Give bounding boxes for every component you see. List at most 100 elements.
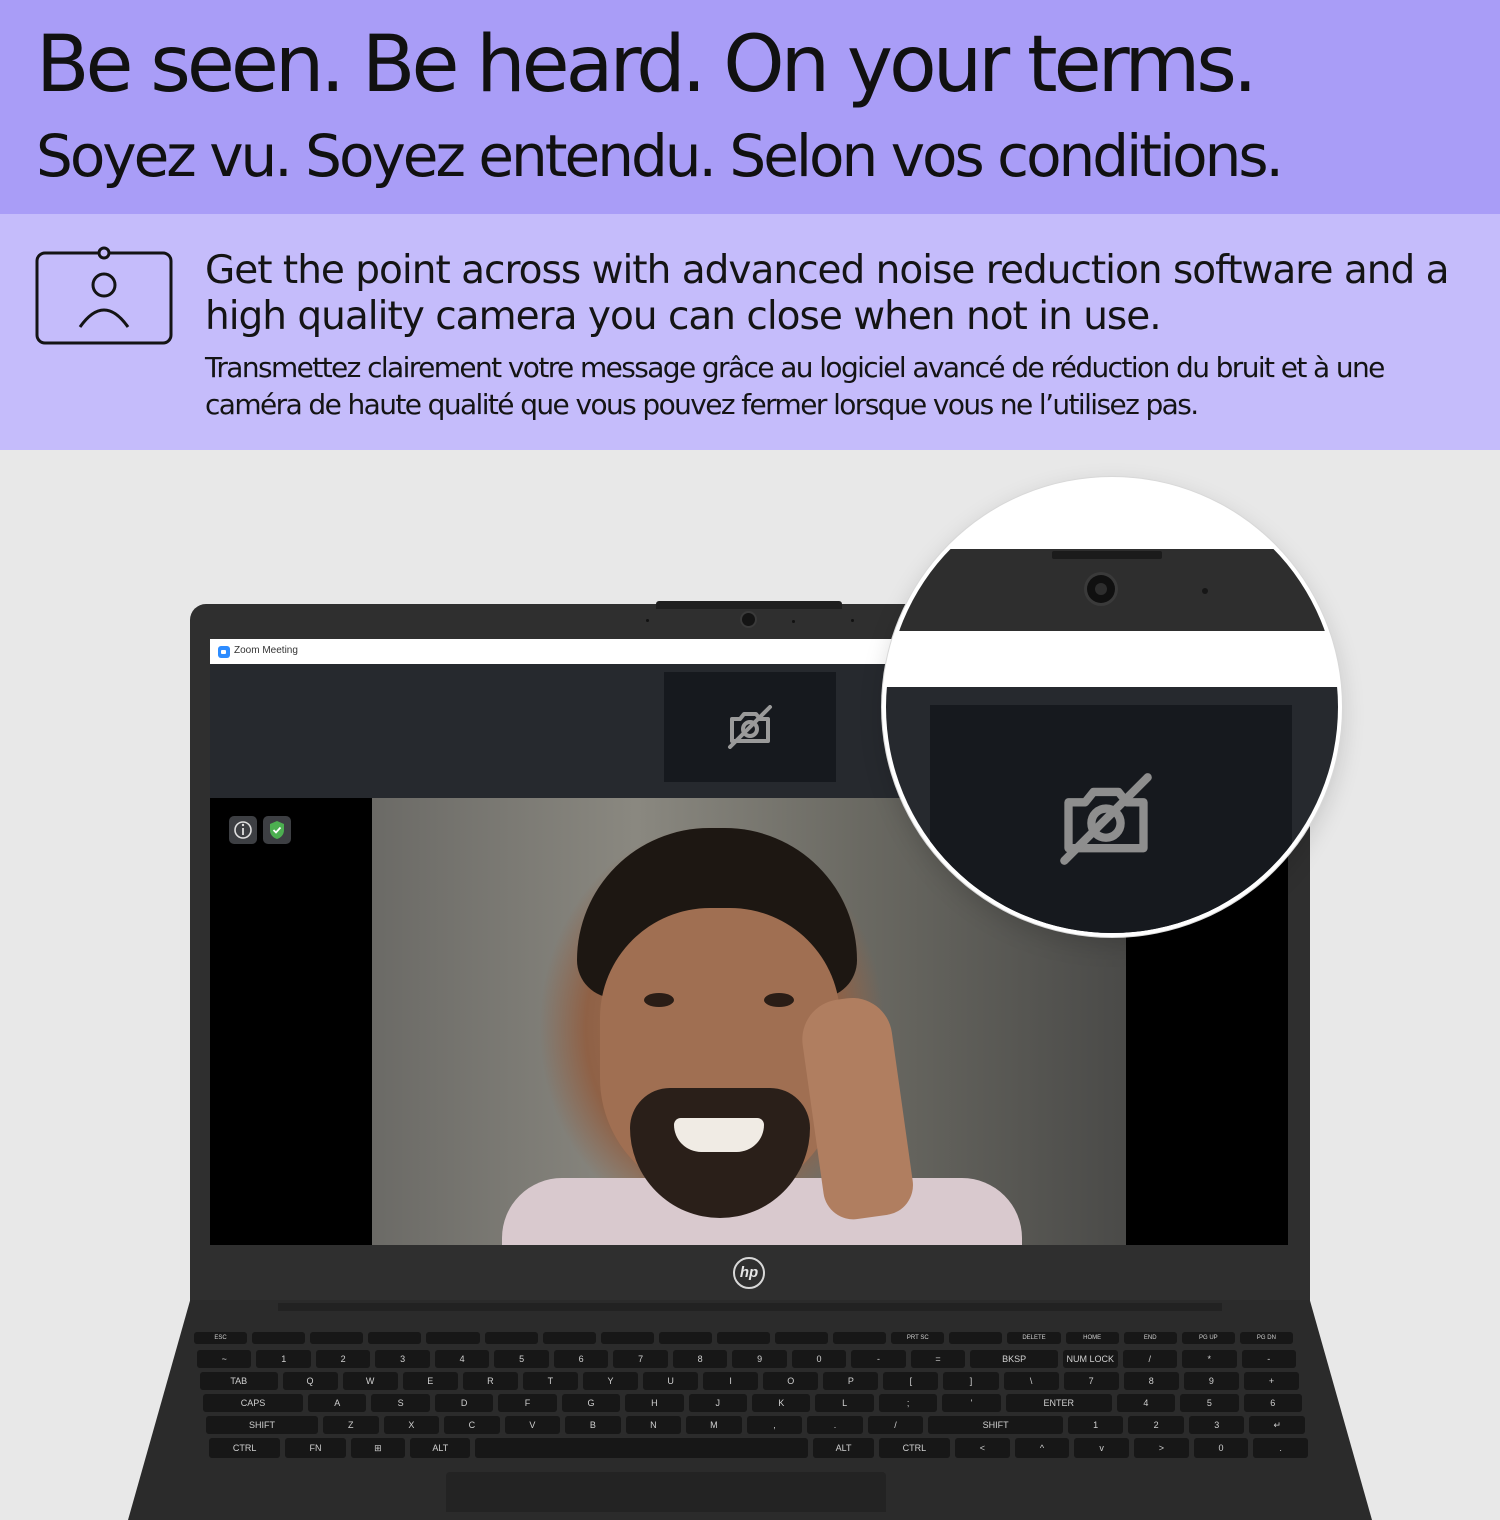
key-blank[interactable]	[600, 1332, 654, 1344]
key-p[interactable]: P	[823, 1372, 879, 1390]
key-symbol[interactable]: .	[1253, 1438, 1308, 1458]
key-enter[interactable]: ENTER	[1005, 1394, 1112, 1412]
key-symbol[interactable]: \	[1003, 1372, 1059, 1390]
key-symbol[interactable]: [	[883, 1372, 939, 1390]
key-6[interactable]: 6	[1243, 1394, 1302, 1412]
key-z[interactable]: Z	[323, 1416, 379, 1434]
key-v[interactable]: V	[504, 1416, 561, 1434]
key-blank[interactable]	[775, 1332, 829, 1344]
key-0[interactable]: 0	[1193, 1438, 1249, 1458]
key-q[interactable]: Q	[282, 1372, 338, 1390]
key-symbol[interactable]: -	[851, 1350, 906, 1368]
key-symbol[interactable]: <	[955, 1438, 1010, 1458]
key-d[interactable]: D	[434, 1394, 494, 1412]
key-e[interactable]: E	[402, 1372, 458, 1390]
key-9[interactable]: 9	[732, 1350, 787, 1368]
key-symbol[interactable]: /	[867, 1416, 924, 1434]
key-pgup[interactable]: PG UP	[1181, 1332, 1235, 1344]
key-symbol[interactable]: +	[1243, 1372, 1299, 1390]
key-symbol[interactable]: =	[910, 1350, 966, 1368]
key-blank[interactable]	[658, 1332, 712, 1344]
key-b[interactable]: B	[565, 1416, 621, 1434]
key-2[interactable]: 2	[315, 1350, 371, 1368]
key-w[interactable]: W	[342, 1372, 398, 1390]
key-8[interactable]: 8	[1123, 1372, 1179, 1390]
key-y[interactable]: Y	[582, 1372, 639, 1390]
key-symbol[interactable]: .	[807, 1416, 863, 1434]
trackpad[interactable]	[446, 1472, 886, 1512]
key-blank[interactable]	[542, 1332, 596, 1344]
key-8[interactable]: 8	[672, 1350, 728, 1368]
key-shift[interactable]: SHIFT	[206, 1416, 319, 1434]
key-v[interactable]: v	[1074, 1438, 1129, 1458]
key-l[interactable]: L	[815, 1394, 874, 1412]
key-ctrl[interactable]: CTRL	[878, 1438, 951, 1458]
key-o[interactable]: O	[763, 1372, 819, 1390]
key-end[interactable]: END	[1123, 1332, 1177, 1344]
key-7[interactable]: 7	[613, 1350, 668, 1368]
key-0[interactable]: 0	[791, 1350, 847, 1368]
key-3[interactable]: 3	[375, 1350, 430, 1368]
key-2[interactable]: 2	[1128, 1416, 1184, 1434]
key-s[interactable]: S	[371, 1394, 430, 1412]
key-r[interactable]: R	[462, 1372, 518, 1390]
key-j[interactable]: J	[688, 1394, 748, 1412]
key-1[interactable]: 1	[256, 1350, 311, 1368]
key-alt[interactable]: ALT	[813, 1438, 874, 1458]
key-bksp[interactable]: BKSP	[970, 1350, 1059, 1368]
key-m[interactable]: M	[686, 1416, 742, 1434]
key-i[interactable]: I	[703, 1372, 759, 1390]
key-symbol[interactable]: -	[1241, 1350, 1296, 1368]
key-shift[interactable]: SHIFT	[928, 1416, 1063, 1434]
key-symbol[interactable]: ⊞	[350, 1438, 406, 1458]
key-symbol[interactable]: >	[1134, 1438, 1189, 1458]
key-blank[interactable]	[368, 1332, 422, 1344]
key-symbol[interactable]: ^	[1014, 1438, 1070, 1458]
info-icon[interactable]	[229, 816, 257, 844]
key-h[interactable]: H	[625, 1394, 684, 1412]
key-a[interactable]: A	[308, 1394, 367, 1412]
key-pgdn[interactable]: PG DN	[1239, 1332, 1293, 1344]
key-u[interactable]: U	[643, 1372, 699, 1390]
key-x[interactable]: X	[383, 1416, 440, 1434]
key-symbol[interactable]: '	[942, 1394, 1001, 1412]
key-symbol[interactable]: ]	[943, 1372, 999, 1390]
key-tab[interactable]: TAB	[200, 1372, 278, 1390]
key-alt[interactable]: ALT	[410, 1438, 471, 1458]
key-symbol[interactable]: ,	[746, 1416, 803, 1434]
key-blank[interactable]	[833, 1332, 887, 1344]
key-home[interactable]: HOME	[1065, 1332, 1119, 1344]
key-symbol[interactable]: *	[1182, 1350, 1237, 1368]
key-caps[interactable]: CAPS	[203, 1394, 304, 1412]
key-g[interactable]: G	[561, 1394, 621, 1412]
key-symbol[interactable]: /	[1122, 1350, 1178, 1368]
self-view-tile[interactable]	[664, 672, 836, 782]
shield-check-icon[interactable]	[263, 816, 291, 844]
key-numlock[interactable]: NUM LOCK	[1063, 1350, 1118, 1368]
key-4[interactable]: 4	[1116, 1394, 1176, 1412]
key-k[interactable]: K	[752, 1394, 811, 1412]
key-7[interactable]: 7	[1063, 1372, 1119, 1390]
key-3[interactable]: 3	[1188, 1416, 1245, 1434]
key-blank[interactable]	[716, 1332, 771, 1344]
key-symbol[interactable]: ;	[878, 1394, 938, 1412]
key-n[interactable]: N	[625, 1416, 682, 1434]
key-5[interactable]: 5	[1180, 1394, 1239, 1412]
key-delete[interactable]: DELETE	[1007, 1332, 1061, 1344]
key-1[interactable]: 1	[1067, 1416, 1124, 1434]
key-blank[interactable]	[252, 1332, 306, 1344]
key-f[interactable]: F	[498, 1394, 557, 1412]
key-blank[interactable]	[426, 1332, 480, 1344]
key-blank[interactable]	[949, 1332, 1003, 1344]
key-6[interactable]: 6	[553, 1350, 609, 1368]
key-prtsc[interactable]: PRT SC	[891, 1332, 945, 1344]
key-symbol[interactable]: ↵	[1249, 1416, 1305, 1434]
key-t[interactable]: T	[522, 1372, 578, 1390]
key-fn[interactable]: FN	[285, 1438, 346, 1458]
key-4[interactable]: 4	[434, 1350, 490, 1368]
key-blank[interactable]	[310, 1332, 364, 1344]
key-blank[interactable]	[475, 1438, 809, 1458]
key-c[interactable]: C	[444, 1416, 500, 1434]
key-symbol[interactable]: ~	[197, 1350, 252, 1368]
key-9[interactable]: 9	[1183, 1372, 1239, 1390]
